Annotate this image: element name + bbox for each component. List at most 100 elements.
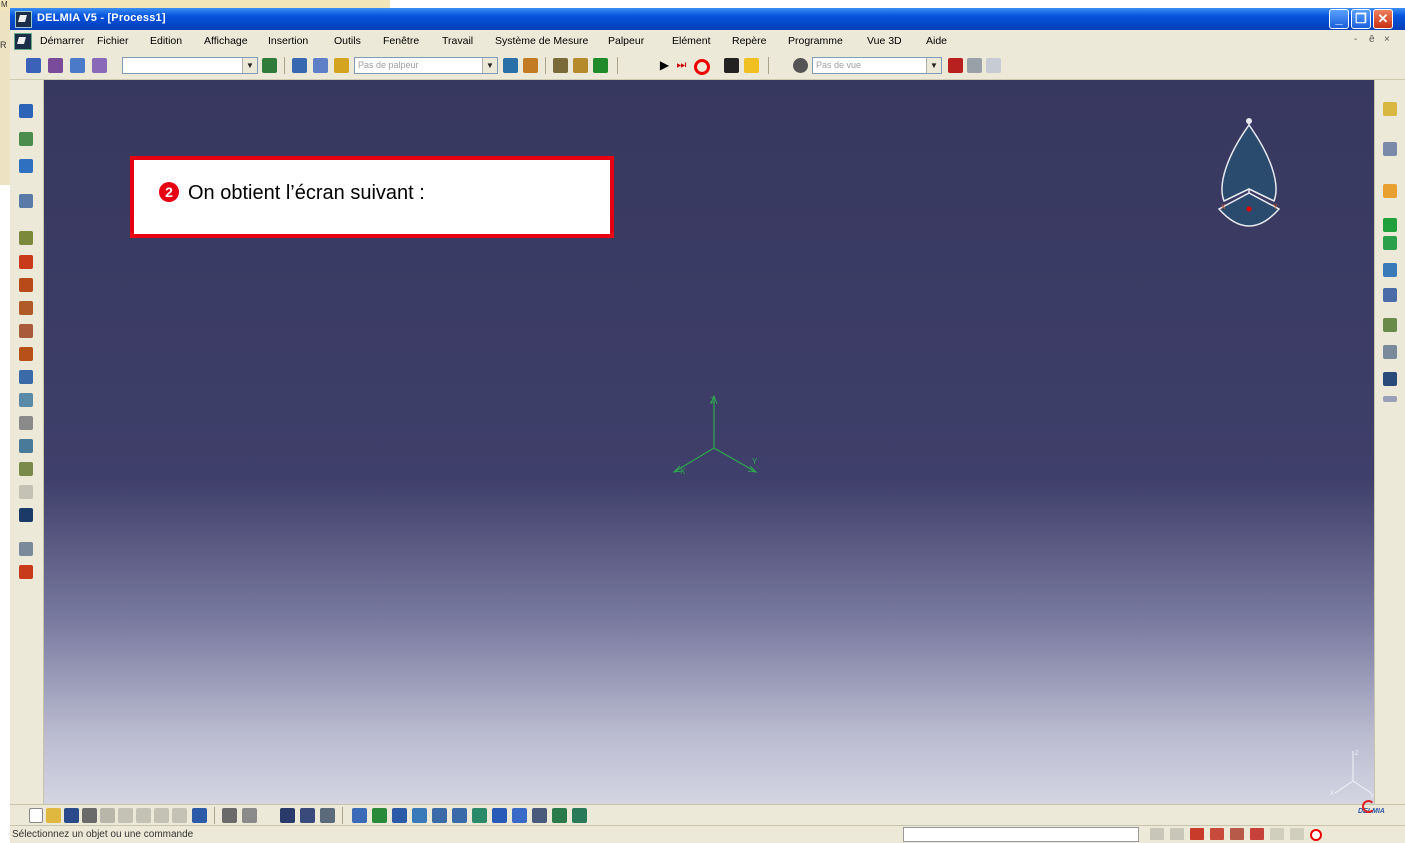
paste-icon[interactable] [136,808,151,823]
path-icon[interactable] [19,393,33,407]
status-tool-icon-2[interactable] [1170,828,1184,840]
pan-icon[interactable] [392,808,407,823]
record-icon[interactable] [694,59,710,75]
status-tool-icon-3[interactable] [1190,828,1204,840]
close-button[interactable]: ✕ [1373,9,1393,29]
status-tool-icon-4[interactable] [1210,828,1224,840]
dimension-icon[interactable] [1383,318,1397,332]
menu-systeme-de-mesure[interactable]: Système de Mesure [495,35,588,47]
rotate-icon[interactable] [1383,218,1397,232]
cut-icon[interactable] [100,808,115,823]
program-tool-icon[interactable] [313,58,328,73]
snap-icon[interactable] [19,542,33,556]
status-tool-icon-1[interactable] [1150,828,1164,840]
filter-icon[interactable] [19,159,33,173]
grid-tool-icon[interactable] [593,58,608,73]
command-input[interactable] [903,827,1139,842]
status-tool-icon-7[interactable] [1270,828,1284,840]
chevron-down-icon[interactable]: ▼ [482,58,497,73]
compass-icon[interactable]: X Y [1209,113,1289,233]
multi-view-icon[interactable] [492,808,507,823]
mdi-restore-button[interactable]: ē [1369,34,1375,45]
rotate-view-icon[interactable] [412,808,427,823]
iso-view-icon[interactable] [512,808,527,823]
status-tool-icon-6[interactable] [1250,828,1264,840]
menu-programme[interactable]: Programme [788,35,843,47]
binoculars-icon[interactable] [724,58,739,73]
document-icon[interactable] [19,416,33,430]
operation-icon-3[interactable] [19,324,33,338]
cmm-tool-icon[interactable] [292,58,307,73]
workbench-icon[interactable] [19,104,33,118]
menu-insertion[interactable]: Insertion [268,35,308,47]
normal-view-icon[interactable] [472,808,487,823]
save-icon[interactable] [64,808,79,823]
mdi-close-button[interactable]: × [1384,34,1390,45]
sequence-icon[interactable] [19,370,33,384]
shading-icon[interactable] [532,808,547,823]
fit-all-icon[interactable] [372,808,387,823]
measure-tool-icon[interactable] [334,58,349,73]
title-bar[interactable]: DELMIA V5 - [Process1] _ ❐ ✕ [10,8,1405,30]
robot-tool-icon[interactable] [26,58,41,73]
link-icon[interactable] [19,439,33,453]
part-icon[interactable] [300,808,315,823]
play-icon[interactable]: ▶ [657,58,672,73]
menu-palpeur[interactable]: Palpeur [608,35,644,47]
copy-icon[interactable] [118,808,133,823]
menu-fichier[interactable]: Fichier [97,35,129,47]
pointer-view-icon[interactable] [986,58,1001,73]
menu-affichage[interactable]: Affichage [204,35,248,47]
formula-icon[interactable] [222,808,237,823]
param-icon[interactable] [320,808,335,823]
operation-icon-4[interactable] [19,347,33,361]
view-select[interactable]: Pas de vue ▼ [812,57,942,74]
chevron-down-icon[interactable]: ▼ [926,58,941,73]
more-icon[interactable] [1383,396,1397,402]
catalog-icon[interactable] [19,508,33,522]
select-icon[interactable] [1383,102,1397,116]
warning-icon[interactable] [744,58,759,73]
snap-tool-icon[interactable] [1383,142,1397,156]
transform-alt-icon[interactable] [1383,288,1397,302]
view-tool-icon[interactable] [948,58,963,73]
probe-select[interactable]: Pas de palpeur ▼ [354,57,498,74]
menu-outils[interactable]: Outils [334,35,361,47]
undo-icon[interactable] [154,808,169,823]
menu-travail[interactable]: Travail [442,35,473,47]
menu-edition[interactable]: Edition [150,35,182,47]
minimize-button[interactable]: _ [1329,9,1349,29]
delete-icon[interactable] [19,565,33,579]
menu-fenetre[interactable]: Fenêtre [383,35,419,47]
swap-space-icon[interactable] [572,808,587,823]
print-icon[interactable] [82,808,97,823]
menu-demarrer[interactable]: Démarrer [40,35,84,47]
redo-icon[interactable] [172,808,187,823]
ruler-icon[interactable] [1383,345,1397,359]
probe-tool-icon[interactable] [503,58,518,73]
mdi-minimize-button[interactable]: - [1354,34,1357,45]
status-tool-icon-5[interactable] [1230,828,1244,840]
chevron-down-icon[interactable]: ▼ [242,58,257,73]
new-icon[interactable] [29,808,43,823]
layout-tool-icon[interactable] [92,58,107,73]
pointer-icon[interactable] [1383,184,1397,198]
menu-element[interactable]: Elément [672,35,711,47]
step-forward-icon[interactable]: ⏭ [674,58,689,73]
teach-tool-icon[interactable] [262,58,277,73]
disabled-tool-icon[interactable] [19,485,33,499]
zoom-out-icon[interactable] [452,808,467,823]
resource-icon[interactable] [19,194,33,208]
hide-show-icon[interactable] [552,808,567,823]
menu-aide[interactable]: Aide [926,35,947,47]
fly-mode-icon[interactable] [352,808,367,823]
zoom-in-icon[interactable] [432,808,447,823]
status-tool-icon-8[interactable] [1290,828,1304,840]
open-icon[interactable] [46,808,61,823]
help-icon[interactable] [192,808,207,823]
menu-repere[interactable]: Repère [732,35,766,47]
menu-vue-3d[interactable]: Vue 3D [867,35,902,47]
zoom-view-icon[interactable] [967,58,982,73]
operation-icon-2[interactable] [19,301,33,315]
stop-icon[interactable] [1310,829,1322,841]
